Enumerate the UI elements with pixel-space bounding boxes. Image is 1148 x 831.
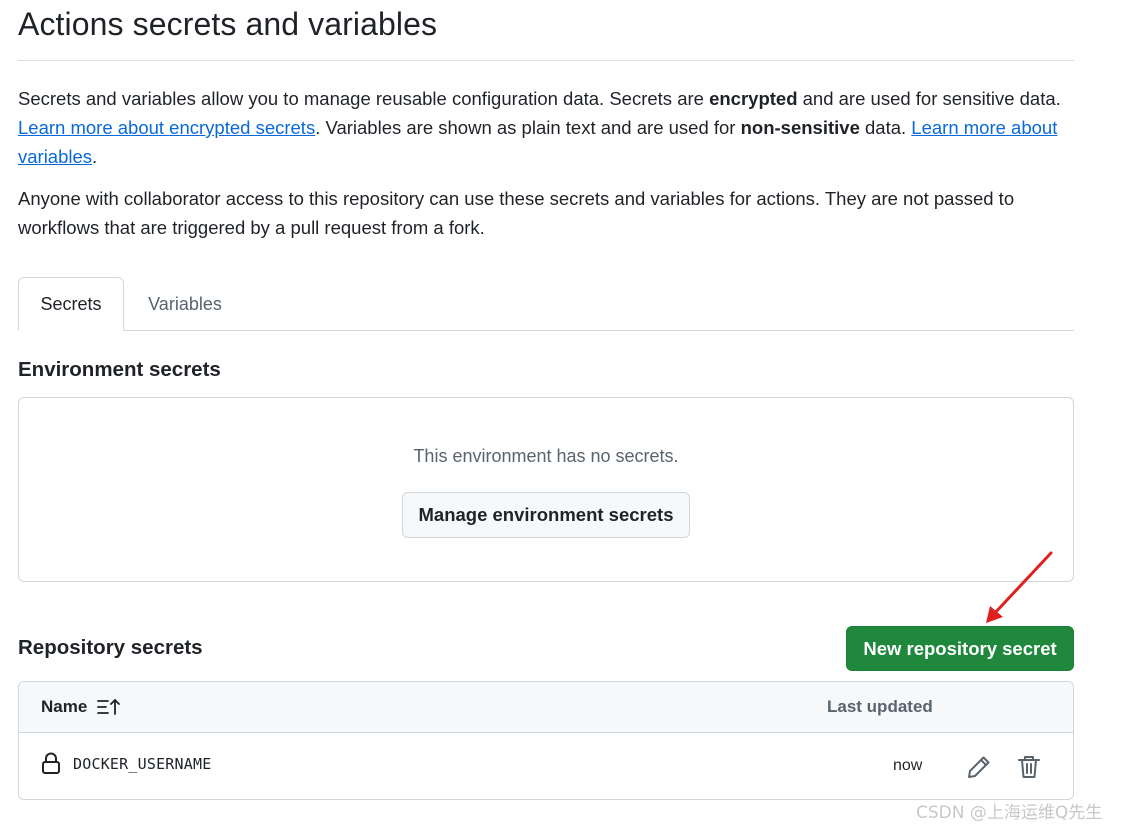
page-title: Actions secrets and variables	[18, 6, 438, 42]
environment-empty-text: This environment has no secrets.	[413, 446, 679, 466]
learn-more-encrypted-secrets-link[interactable]: Learn more about encrypted secrets	[18, 117, 315, 138]
new-repository-secret-button[interactable]: New repository secret	[846, 626, 1074, 671]
intro-text-4: data.	[859, 117, 912, 138]
environment-secrets-box: This environment has no secrets. Manage …	[18, 397, 1074, 582]
table-row: DOCKER_USERNAME now	[19, 733, 1073, 799]
name-column-header[interactable]: Name	[41, 697, 121, 717]
intro-text-1: Secrets and variables allow you to manag…	[18, 88, 710, 109]
secret-last-updated: now	[893, 757, 923, 774]
pencil-icon[interactable]	[965, 753, 993, 781]
tab-secrets[interactable]: Secrets	[18, 277, 124, 331]
table-header: Name Last updated	[19, 682, 1073, 733]
annotation-arrow-icon	[986, 551, 1053, 623]
name-column-label: Name	[41, 697, 88, 716]
intro-paragraph: Secrets and variables allow you to manag…	[18, 84, 1074, 171]
intro-text-5: .	[92, 146, 98, 167]
manage-environment-secrets-button[interactable]: Manage environment secrets	[402, 492, 690, 538]
environment-secrets-heading: Environment secrets	[18, 358, 221, 381]
secret-name: DOCKER_USERNAME	[73, 755, 212, 773]
intro-text-2: and are used for sensitive data.	[797, 88, 1061, 109]
intro-bold-non-sensitive: non-sensitive	[740, 117, 860, 138]
access-note: Anyone with collaborator access to this …	[18, 188, 1015, 238]
watermark: CSDN @上海运维Q先生	[916, 803, 1103, 823]
title-divider	[18, 60, 1074, 61]
page: Actions secrets and variables Secrets an…	[0, 0, 1148, 831]
repository-secrets-table: Name Last updated DOCKER_USERNAME now	[18, 681, 1074, 800]
trash-icon[interactable]	[1016, 753, 1042, 781]
secrets-variables-tabs: Secrets Variables	[18, 277, 1074, 331]
intro-bold-encrypted: encrypted	[709, 88, 798, 109]
intro-text-3: . Variables are shown as plain text and …	[315, 117, 741, 138]
repository-secrets-heading: Repository secrets	[18, 636, 203, 659]
tab-variables[interactable]: Variables	[134, 277, 236, 331]
sort-ascending-icon	[97, 699, 121, 715]
last-updated-column-header: Last updated	[827, 697, 933, 716]
lock-icon	[42, 752, 60, 774]
